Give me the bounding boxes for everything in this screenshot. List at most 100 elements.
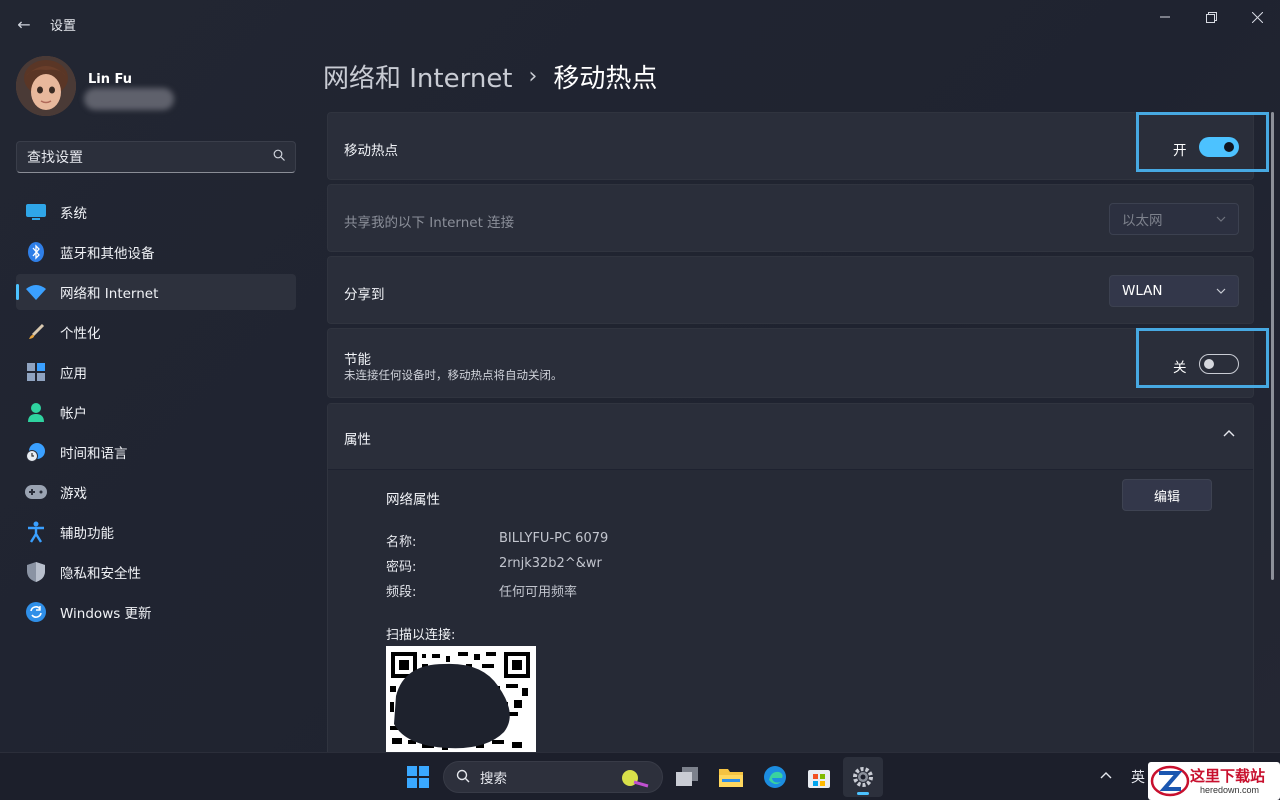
- settings-icon: [853, 767, 873, 787]
- file-explorer-icon: [719, 769, 743, 787]
- watermark-logo: [1150, 765, 1190, 797]
- person-icon: [24, 400, 48, 424]
- minimize-button[interactable]: [1142, 6, 1188, 28]
- property-key: 密码:: [386, 560, 417, 575]
- sidebar-item-personalization[interactable]: 个性化: [16, 314, 296, 350]
- search-icon: [273, 149, 285, 165]
- scan-label: 扫描以连接:: [386, 628, 456, 643]
- share-to-card: 分享到 WLAN: [327, 256, 1254, 324]
- task-view-button[interactable]: [667, 757, 707, 797]
- watermark-text: 这里下载站: [1190, 767, 1266, 785]
- refresh-icon: [24, 600, 48, 624]
- sidebar-item-label: 网络和 Internet: [60, 286, 159, 302]
- edge-button[interactable]: [755, 757, 795, 797]
- sidebar-item-bluetooth[interactable]: 蓝牙和其他设备: [16, 234, 296, 270]
- sidebar-item-label: 应用: [60, 366, 87, 382]
- sidebar-item-network[interactable]: 网络和 Internet: [16, 274, 296, 310]
- accessibility-icon: [24, 520, 48, 544]
- chevron-down-icon: [1216, 286, 1226, 297]
- sidebar-item-privacy[interactable]: 隐私和安全性: [16, 554, 296, 590]
- property-key: 名称:: [386, 535, 417, 550]
- watermark-subtext: heredown.com: [1200, 785, 1260, 795]
- maximize-icon: [1205, 11, 1217, 23]
- arrow-left-icon: ←: [17, 14, 31, 34]
- store-button[interactable]: [799, 757, 839, 797]
- user-name: Lin Fu: [88, 72, 133, 87]
- property-value: 2rnjk32b2^&wr: [499, 556, 602, 571]
- sidebar-item-label: 帐户: [60, 406, 87, 422]
- chevron-down-icon: [1216, 214, 1226, 225]
- scrollbar[interactable]: [1271, 112, 1274, 580]
- power-saving-description: 未连接任何设备时，移动热点将自动关闭。: [344, 368, 563, 382]
- share-to-dropdown[interactable]: WLAN: [1109, 275, 1239, 307]
- share-from-value: 以太网: [1122, 213, 1163, 229]
- start-button[interactable]: [398, 757, 438, 797]
- page-title: 移动热点: [553, 63, 658, 94]
- watermark: 这里下载站 heredown.com: [1148, 762, 1280, 800]
- settings-search[interactable]: 查找设置: [16, 141, 296, 173]
- user-profile[interactable]: Lin Fu: [16, 56, 306, 120]
- avatar: [16, 56, 76, 116]
- breadcrumb-parent[interactable]: 网络和 Internet: [323, 58, 513, 95]
- sidebar-item-accounts[interactable]: 帐户: [16, 394, 296, 430]
- hotspot-card: 移动热点 开: [327, 112, 1254, 180]
- maximize-button[interactable]: [1188, 6, 1234, 28]
- search-input[interactable]: 查找设置: [27, 147, 273, 167]
- share-from-dropdown[interactable]: 以太网: [1109, 203, 1239, 235]
- edit-button[interactable]: 编辑: [1122, 479, 1212, 511]
- close-icon: [1251, 11, 1263, 23]
- input-language-indicator[interactable]: 英: [1131, 767, 1145, 787]
- brush-icon: [24, 320, 48, 344]
- qr-code: [386, 646, 536, 752]
- clock-globe-icon: [24, 440, 48, 464]
- taskbar: 搜索 英: [0, 752, 1280, 800]
- properties-title: 属性: [344, 432, 371, 448]
- gamepad-icon: [24, 480, 48, 504]
- task-view-icon: [676, 767, 698, 786]
- network-properties-title: 网络属性: [386, 492, 440, 508]
- sidebar-item-accessibility[interactable]: 辅助功能: [16, 514, 296, 550]
- sidebar-item-label: Windows 更新: [60, 606, 152, 622]
- share-to-label: 分享到: [344, 287, 385, 303]
- sidebar-item-label: 系统: [60, 206, 87, 222]
- sidebar-item-label: 蓝牙和其他设备: [60, 246, 155, 262]
- taskbar-search-label: 搜索: [480, 771, 507, 787]
- share-to-value: WLAN: [1122, 283, 1163, 299]
- highlight-box: [1136, 112, 1269, 172]
- share-from-label: 共享我的以下 Internet 连接: [344, 215, 515, 231]
- sidebar-nav: 系统 蓝牙和其他设备 网络和 Internet 个性化 应用 帐户 时间和语言 …: [16, 194, 296, 634]
- sidebar-item-label: 游戏: [60, 486, 87, 502]
- sidebar-item-windows-update[interactable]: Windows 更新: [16, 594, 296, 630]
- sidebar-item-apps[interactable]: 应用: [16, 354, 296, 390]
- monitor-icon: [24, 200, 48, 224]
- sidebar-item-gaming[interactable]: 游戏: [16, 474, 296, 510]
- properties-card: 属性 网络属性 编辑 名称: BILLYFU-PC 6079 密码: 2rnjk…: [327, 403, 1254, 752]
- settings-window: ← 设置 Lin Fu 查找设置 系统 蓝牙和其他设备 网络和 Internet…: [0, 0, 1280, 752]
- sidebar-item-label: 隐私和安全性: [60, 566, 141, 582]
- taskbar-search[interactable]: 搜索: [443, 761, 663, 793]
- shield-icon: [24, 560, 48, 584]
- properties-header[interactable]: 属性: [328, 404, 1253, 470]
- property-value: BILLYFU-PC 6079: [499, 531, 609, 546]
- sidebar-item-time-language[interactable]: 时间和语言: [16, 434, 296, 470]
- sidebar-item-system[interactable]: 系统: [16, 194, 296, 230]
- edge-icon: [764, 766, 786, 788]
- chevron-up-icon[interactable]: [1100, 767, 1112, 783]
- close-button[interactable]: [1234, 6, 1280, 28]
- highlight-box: [1136, 328, 1269, 388]
- title-bar: ← 设置: [0, 0, 1280, 48]
- app-title: 设置: [50, 19, 77, 34]
- sidebar-item-label: 时间和语言: [60, 446, 128, 462]
- hotspot-label: 移动热点: [344, 143, 398, 159]
- chevron-up-icon[interactable]: [1223, 426, 1235, 441]
- back-button[interactable]: ←: [12, 12, 36, 36]
- file-explorer-button[interactable]: [711, 757, 751, 797]
- sidebar-item-label: 个性化: [60, 326, 101, 342]
- search-highlight-icon: [618, 768, 652, 792]
- chevron-right-icon: ›: [528, 63, 538, 89]
- settings-taskbar-button[interactable]: [843, 757, 883, 797]
- power-saving-card: 节能 未连接任何设备时，移动热点将自动关闭。 关: [327, 328, 1254, 398]
- windows-start-icon: [407, 766, 429, 788]
- store-icon: [808, 770, 830, 788]
- property-value: 任何可用频率: [499, 585, 578, 600]
